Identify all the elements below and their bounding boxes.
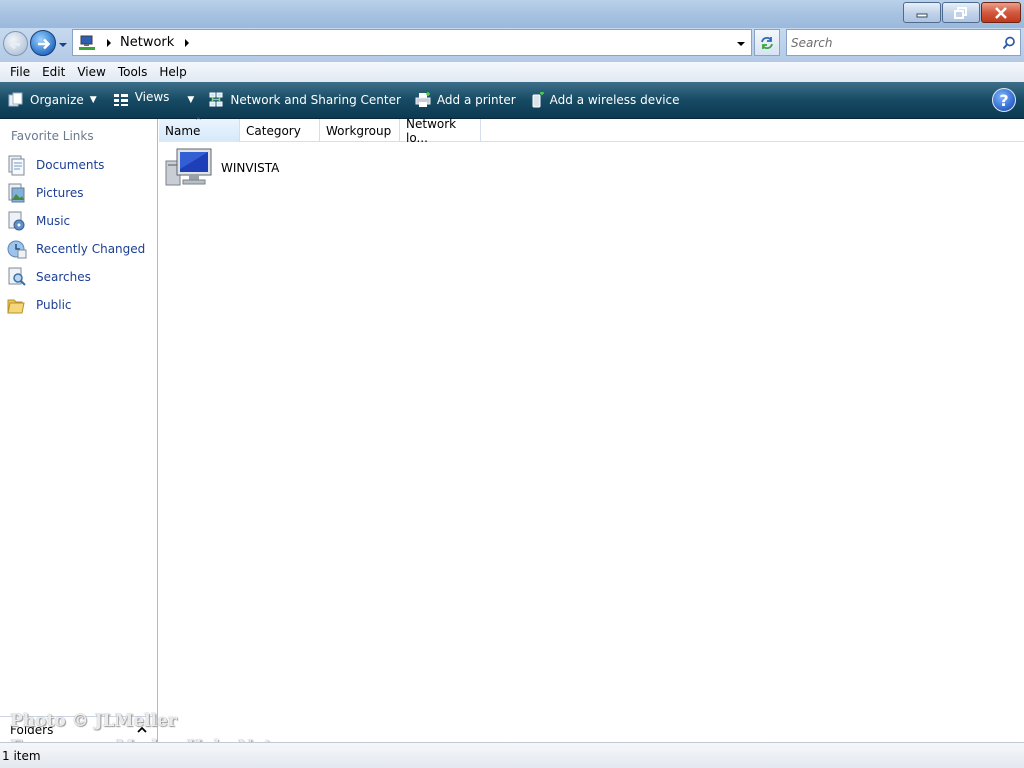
views-button[interactable]: Views ▼ (108, 82, 200, 118)
wireless-device-icon (530, 92, 544, 108)
music-icon (6, 210, 28, 232)
menu-help[interactable]: Help (153, 65, 192, 79)
menu-bar: File Edit View Tools Help (0, 62, 1024, 82)
network-icon (79, 35, 95, 50)
chevron-up-icon (137, 726, 147, 733)
searches-icon (6, 266, 28, 288)
search-input[interactable] (791, 30, 991, 55)
sidebar-item-music[interactable]: Music (6, 207, 145, 235)
refresh-button[interactable] (754, 29, 780, 56)
close-icon (995, 6, 1007, 19)
column-header-category[interactable]: Category (240, 119, 320, 142)
minimize-icon (916, 13, 928, 17)
sort-ascending-icon: ^ (195, 116, 202, 125)
item-name: WINVISTA (221, 161, 280, 175)
menu-file[interactable]: File (4, 65, 36, 79)
command-bar: Organize ▼ Views ▼ Network and Sharing C… (0, 82, 1024, 119)
close-button[interactable] (981, 2, 1021, 23)
printer-icon (415, 92, 431, 108)
chevron-right-icon[interactable] (182, 38, 192, 48)
column-header-workgroup[interactable]: Workgroup (320, 119, 400, 142)
sidebar-item-label: Pictures (36, 186, 84, 200)
sidebar-item-public[interactable]: Public (6, 291, 145, 319)
computer-icon (165, 148, 212, 186)
network-sharing-label: Network and Sharing Center (230, 93, 401, 107)
back-button[interactable] (3, 31, 28, 56)
column-header-network-location[interactable]: Network lo... (400, 116, 481, 145)
forward-button[interactable] (30, 30, 56, 56)
back-arrow-icon (9, 39, 20, 50)
organize-icon (8, 92, 24, 108)
file-list-pane[interactable]: ^ Name Category Workgroup Network lo... … (159, 116, 1024, 742)
recently-changed-icon (6, 238, 28, 260)
chevron-down-icon: ▼ (89, 95, 97, 105)
search-icon[interactable] (1002, 36, 1016, 50)
organize-button[interactable]: Organize ▼ (3, 82, 102, 118)
favorite-links-list: Documents Pictures Music Recently Change… (6, 151, 145, 319)
public-folder-icon (6, 294, 28, 316)
favorite-links-title: Favorite Links (11, 129, 94, 143)
documents-icon (6, 154, 28, 176)
column-header-name[interactable]: ^ Name (159, 116, 240, 142)
sidebar-item-pictures[interactable]: Pictures (6, 179, 145, 207)
column-header-label: Name (165, 123, 201, 138)
sidebar-item-label: Public (36, 298, 72, 312)
sidebar-item-label: Searches (36, 270, 91, 284)
network-sharing-icon (208, 92, 224, 108)
add-printer-label: Add a printer (436, 93, 516, 107)
column-header-label: Category (246, 123, 301, 138)
address-path-network[interactable]: Network (120, 35, 174, 50)
address-row: Network (0, 28, 1024, 62)
chevron-down-icon[interactable]: ▼ (187, 95, 194, 105)
column-header-label: Network lo... (406, 116, 457, 145)
views-label: Views (134, 90, 170, 104)
title-bar (0, 0, 1024, 28)
sidebar-item-label: Music (36, 214, 71, 228)
chevron-down-icon (59, 43, 67, 47)
help-button[interactable]: ? (992, 88, 1016, 112)
chevron-right-icon (107, 38, 111, 47)
forward-arrow-icon (38, 38, 51, 50)
address-bar[interactable]: Network (72, 29, 752, 56)
sidebar-item-label: Recently Changed (36, 242, 146, 256)
recent-pages-dropdown[interactable] (58, 38, 68, 52)
window-controls (902, 2, 1021, 23)
add-printer-button[interactable]: Add a printer (410, 82, 521, 118)
organize-label: Organize (30, 93, 84, 107)
menu-tools[interactable]: Tools (112, 65, 154, 79)
sidebar-item-label: Documents (36, 158, 105, 172)
minimize-button[interactable] (903, 2, 941, 23)
folders-toggle[interactable]: Folders (0, 716, 157, 742)
list-item[interactable]: WINVISTA (165, 147, 279, 189)
search-box[interactable] (786, 29, 1021, 56)
sidebar-item-searches[interactable]: Searches (6, 263, 145, 291)
address-dropdown-icon[interactable] (736, 40, 746, 48)
sidebar-item-documents[interactable]: Documents (6, 151, 145, 179)
sidebar-item-recently-changed[interactable]: Recently Changed (6, 235, 145, 263)
restore-icon (954, 6, 967, 19)
column-headers: ^ Name Category Workgroup Network lo... (159, 116, 1024, 145)
status-bar: 1 item (0, 742, 1024, 768)
add-wireless-label: Add a wireless device (549, 93, 680, 107)
column-header-label: Workgroup (326, 123, 392, 138)
navigation-pane: Favorite Links Documents Pictures Music … (0, 119, 158, 742)
folders-label: Folders (10, 722, 54, 737)
help-icon: ? (999, 90, 1009, 110)
menu-view[interactable]: View (71, 65, 111, 79)
item-count: 1 item (2, 748, 41, 763)
restore-button[interactable] (942, 2, 980, 23)
network-sharing-center-button[interactable]: Network and Sharing Center (203, 82, 406, 118)
refresh-icon (761, 36, 773, 49)
menu-edit[interactable]: Edit (36, 65, 71, 79)
views-icon (113, 93, 129, 107)
pictures-icon (6, 182, 28, 204)
add-wireless-device-button[interactable]: Add a wireless device (525, 82, 685, 118)
